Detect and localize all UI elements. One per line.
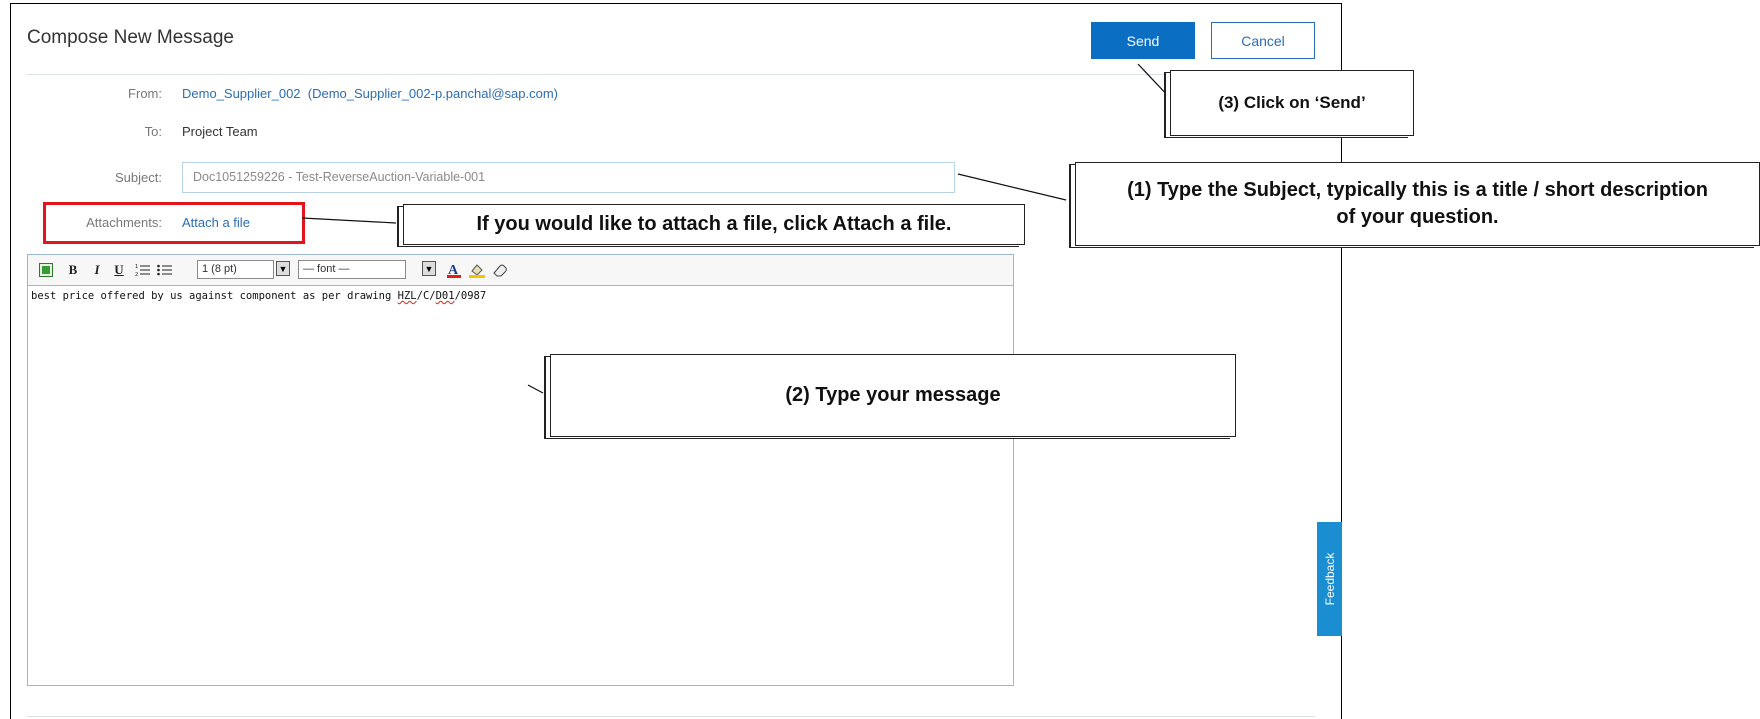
message-body[interactable]: best price offered by us against compone… xyxy=(31,290,486,302)
highlight-color-icon[interactable] xyxy=(468,261,486,279)
header-divider xyxy=(27,74,1315,75)
from-email-link[interactable]: (Demo_Supplier_002-p.panchal@sap.com) xyxy=(308,86,558,101)
insert-image-icon[interactable] xyxy=(38,261,54,279)
from-name-link[interactable]: Demo_Supplier_002 xyxy=(182,86,301,101)
message-callout: (2) Type your message xyxy=(550,354,1236,437)
attachments-label: Attachments: xyxy=(86,215,162,230)
cancel-button[interactable]: Cancel xyxy=(1211,22,1315,59)
numbered-list-icon[interactable]: 12 xyxy=(134,261,150,279)
message-text-part: /C/ xyxy=(416,290,436,302)
attach-callout: If you would like to attach a file, clic… xyxy=(403,204,1025,245)
bold-icon[interactable]: B xyxy=(66,261,80,279)
editor-toolbar: B I U 12 1 (8 pt) ▼ — font — ▼ A xyxy=(28,255,1013,286)
to-label: To: xyxy=(144,124,162,139)
message-text-part: /0987 xyxy=(454,290,487,302)
feedback-label: Feedback xyxy=(1322,552,1337,606)
message-text-part: best price offered by us against compone… xyxy=(31,290,398,302)
feedback-tab[interactable]: Feedback xyxy=(1317,522,1342,636)
subject-input[interactable]: Doc1051259226 - Test-ReverseAuction-Vari… xyxy=(182,162,955,193)
message-text-part: HZL xyxy=(397,290,417,302)
send-callout: (3) Click on ‘Send’ xyxy=(1170,70,1414,136)
message-text-part: D01 xyxy=(435,290,455,302)
from-label: From: xyxy=(128,86,162,101)
subject-label: Subject: xyxy=(115,170,162,185)
font-size-select[interactable]: 1 (8 pt) xyxy=(197,260,274,279)
svg-text:2: 2 xyxy=(135,272,138,277)
send-button[interactable]: Send xyxy=(1091,22,1195,59)
underline-icon[interactable]: U xyxy=(112,261,126,279)
bullet-list-icon[interactable] xyxy=(156,261,172,279)
text-color-icon[interactable]: A xyxy=(446,261,462,279)
from-value: Demo_Supplier_002 (Demo_Supplier_002-p.p… xyxy=(182,86,558,101)
page-title: Compose New Message xyxy=(27,27,234,48)
footer-divider xyxy=(27,716,1315,717)
svg-text:1: 1 xyxy=(135,264,138,270)
font-family-select[interactable]: — font — xyxy=(298,260,406,279)
attach-file-link[interactable]: Attach a file xyxy=(182,215,250,230)
font-size-dropdown-icon[interactable]: ▼ xyxy=(276,261,290,276)
font-family-dropdown-icon[interactable]: ▼ xyxy=(422,261,436,276)
to-value: Project Team xyxy=(182,124,258,139)
message-editor[interactable]: B I U 12 1 (8 pt) ▼ — font — ▼ A best pr… xyxy=(27,254,1014,686)
eraser-icon[interactable] xyxy=(492,261,508,279)
subject-callout: (1) Type the Subject, typically this is … xyxy=(1075,162,1760,246)
italic-icon[interactable]: I xyxy=(90,261,104,279)
